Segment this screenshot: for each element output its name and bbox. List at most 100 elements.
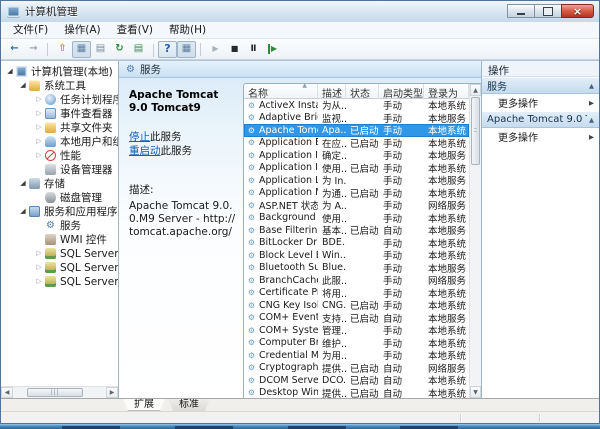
scrollbar-thumb[interactable]: ||| — [27, 388, 83, 397]
maximize-button[interactable] — [534, 4, 561, 18]
tree-item[interactable]: 服务 — [1, 218, 118, 232]
more-actions-services[interactable]: 更多操作 — [482, 94, 599, 111]
service-row[interactable]: Apache Tomcat ... Apa... 已启动 手动 本地系统 — [244, 124, 469, 137]
section-arrow-icon[interactable] — [589, 99, 594, 107]
service-row[interactable]: DCOM Server Pr... DCO... 已启动 自动 本地系统 — [244, 374, 469, 387]
tab-extended[interactable]: 扩展 — [123, 399, 165, 411]
service-row[interactable]: Certificate Propa... 将用... 手动 本地系统 — [244, 287, 469, 300]
service-row[interactable]: BranchCache 此服... 手动 网络服务 — [244, 274, 469, 287]
more-actions-tomcat[interactable]: 更多操作 — [482, 128, 599, 145]
tree-item[interactable]: SQL Server 配置管理器 — [1, 246, 118, 260]
menu-help[interactable]: 帮助(H) — [161, 22, 214, 38]
service-row[interactable]: Credential Mana... 为用... 手动 本地系统 — [244, 349, 469, 362]
menu-action[interactable]: 操作(A) — [56, 22, 108, 38]
column-header-logon-as[interactable]: 登录为 — [424, 84, 469, 99]
scroll-left-button[interactable]: ◀ — [1, 387, 13, 398]
forward-button[interactable]: → — [24, 41, 43, 58]
title-bar[interactable]: 计算机管理 — [1, 1, 599, 22]
section-arrow-icon[interactable] — [589, 133, 594, 141]
service-row[interactable]: Application Infor... 使用... 已启动 手动 本地系统 — [244, 162, 469, 175]
service-row[interactable]: Block Level Back... Win... 手动 本地系统 — [244, 249, 469, 262]
start-service-button[interactable]: ▶ — [206, 41, 225, 58]
section-arrow-icon[interactable] — [589, 116, 594, 124]
scrollbar-track[interactable]: ||| — [13, 387, 106, 398]
tree-item[interactable]: SQL Server 配置管理器 — [1, 260, 118, 274]
actions-section-tomcat[interactable]: Apache Tomcat 9.0 Tomc... — [482, 111, 599, 128]
list-vertical-scrollbar[interactable]: ▲ ▼ — [469, 84, 481, 398]
service-row[interactable]: Background Inte... 使用... 手动 本地系统 — [244, 212, 469, 225]
service-row[interactable]: ActiveX Installer ... 为从... 手动 本地系统 — [244, 99, 469, 112]
scroll-right-button[interactable]: ▶ — [106, 387, 118, 398]
service-row[interactable]: Application Man... 为通... 已启动 手动 本地系统 — [244, 187, 469, 200]
tree-expander-icon[interactable] — [34, 263, 44, 271]
tree-item[interactable]: WMI 控件 — [1, 232, 118, 246]
menu-view[interactable]: 查看(V) — [109, 22, 161, 38]
service-row[interactable]: Desktop Windo... 提供... 已启动 自动 本地系统 — [244, 387, 469, 399]
pause-service-button[interactable]: Ⅱ — [244, 41, 263, 58]
section-arrow-icon[interactable] — [589, 82, 594, 90]
tree-expander-icon[interactable] — [34, 151, 44, 159]
scrollbar-thumb[interactable] — [471, 97, 480, 165]
service-row[interactable]: Application Laye... 为 In... 手动 本地服务 — [244, 174, 469, 187]
tree-item[interactable]: SQL Server 配置管理器 — [1, 274, 118, 288]
tree-item[interactable]: 共享文件夹 — [1, 120, 118, 134]
back-button[interactable]: ← — [5, 41, 24, 58]
scroll-up-button[interactable]: ▲ — [470, 84, 481, 96]
tree-expander-icon[interactable] — [34, 137, 44, 145]
tree-item[interactable]: 设备管理器 — [1, 162, 118, 176]
show-action-pane-button[interactable]: ▦ — [177, 41, 196, 58]
tree-item[interactable]: 事件查看器 — [1, 106, 118, 120]
refresh-button[interactable]: ↻ — [110, 41, 129, 58]
tree-expander-icon[interactable] — [34, 277, 44, 285]
column-header-description[interactable]: 描述 — [318, 84, 346, 99]
service-row[interactable]: Application Expe... 在应... 已启动 手动 本地系统 — [244, 137, 469, 150]
export-list-button[interactable]: ▤ — [129, 41, 148, 58]
service-row[interactable]: Bluetooth Supp... Blue... 手动 本地服务 — [244, 262, 469, 275]
minimize-button[interactable] — [507, 4, 534, 18]
tree-expander-icon[interactable] — [5, 67, 15, 75]
service-gear-icon — [246, 388, 257, 397]
column-header-status[interactable]: 状态 — [346, 84, 379, 99]
service-row[interactable]: Computer Brow... 维护... 手动 本地系统 — [244, 337, 469, 350]
show-console-tree-button[interactable]: ▦ — [72, 41, 91, 58]
properties-button[interactable]: ▤ — [91, 41, 110, 58]
column-header-startup-type[interactable]: 启动类型 — [379, 84, 424, 99]
scroll-down-button[interactable]: ▼ — [470, 386, 481, 398]
tree-expander-icon[interactable] — [34, 123, 44, 131]
tab-standard[interactable]: 标准 — [168, 399, 210, 411]
tree-expander-icon[interactable] — [18, 179, 28, 187]
service-row[interactable]: Base Filtering En... 基本... 已启动 自动 本地服务 — [244, 224, 469, 237]
service-row[interactable]: ASP.NET 状态服务 为 A... 手动 网络服务 — [244, 199, 469, 212]
up-level-button[interactable]: ⇧ — [53, 41, 72, 58]
tree-item[interactable]: 性能 — [1, 148, 118, 162]
stop-service-link[interactable]: 停止 — [129, 131, 150, 143]
stop-service-button[interactable]: ■ — [225, 41, 244, 58]
service-row[interactable]: Adaptive Brightn... 监视... 手动 本地服务 — [244, 112, 469, 125]
close-button[interactable] — [561, 4, 594, 18]
column-header-name[interactable]: 名称▲ — [244, 84, 318, 99]
service-row[interactable]: Application Iden... 确定... 手动 本地服务 — [244, 149, 469, 162]
service-row[interactable]: COM+ Event Sys... 支持... 已启动 自动 本地服务 — [244, 312, 469, 325]
tree-item[interactable]: 计算机管理(本地) — [1, 64, 118, 78]
tree-expander-icon[interactable] — [34, 95, 44, 103]
tree-item[interactable]: 磁盘管理 — [1, 190, 118, 204]
tree-item[interactable]: 本地用户和组 — [1, 134, 118, 148]
actions-section-services[interactable]: 服务 — [482, 77, 599, 94]
tree-item[interactable]: 服务和应用程序 — [1, 204, 118, 218]
tree-item[interactable]: 任务计划程序 — [1, 92, 118, 106]
service-row[interactable]: CNG Key Isolation CNG... 已启动 手动 本地系统 — [244, 299, 469, 312]
tree-item[interactable]: 系统工具 — [1, 78, 118, 92]
service-row[interactable]: COM+ System A... 管理... 手动 本地系统 — [244, 324, 469, 337]
tree-expander-icon[interactable] — [34, 249, 44, 257]
service-row[interactable]: Cryptographic S... 提供... 已启动 自动 网络服务 — [244, 362, 469, 375]
menu-file[interactable]: 文件(F) — [5, 22, 56, 38]
tree-item[interactable]: 存储 — [1, 176, 118, 190]
restart-service-button[interactable]: ▶ — [263, 41, 282, 58]
tree-expander-icon[interactable] — [18, 81, 28, 89]
tree-expander-icon[interactable] — [34, 109, 44, 117]
tree-horizontal-scrollbar[interactable]: ◀ ||| ▶ — [1, 386, 118, 398]
restart-service-link[interactable]: 重启动 — [129, 145, 161, 157]
service-row[interactable]: BitLocker Drive ... BDE... 手动 本地系统 — [244, 237, 469, 250]
help-button[interactable]: ? — [158, 41, 177, 58]
tree-expander-icon[interactable] — [18, 207, 28, 215]
